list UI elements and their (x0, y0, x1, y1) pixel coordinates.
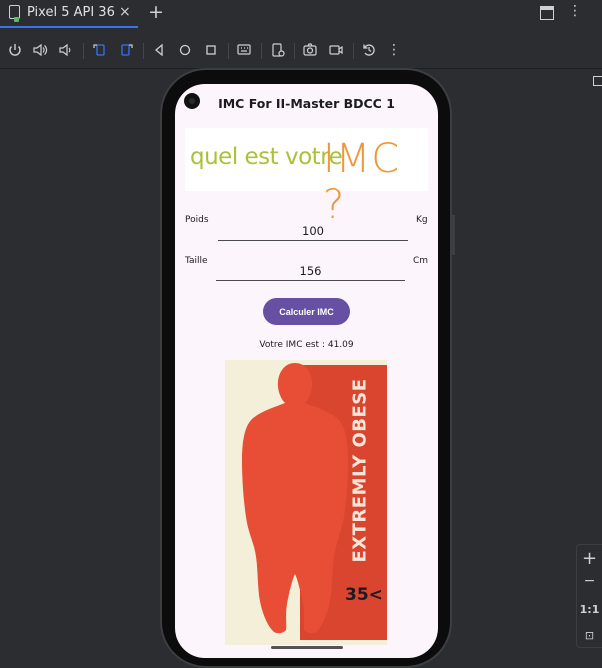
panel-restore-icon[interactable] (593, 76, 602, 86)
overview-icon[interactable] (201, 40, 221, 60)
bmi-range-text: 35< (345, 585, 383, 605)
poids-field[interactable] (218, 218, 408, 241)
calculer-imc-button[interactable]: Calculer IMC (263, 298, 350, 325)
gesture-nav-bar[interactable] (271, 646, 343, 649)
poids-unit: Kg (416, 215, 428, 225)
fold-icon[interactable] (268, 40, 288, 60)
add-tab-icon[interactable]: + (148, 1, 164, 23)
bmi-category-image: EXTREMLY OBESE 35< (225, 360, 387, 645)
camera-icon[interactable] (300, 40, 320, 60)
emulator-toolbar: ⋮ (0, 32, 602, 86)
zoom-in-icon[interactable]: + (577, 548, 602, 569)
tab-device[interactable]: Pixel 5 API 36 × (0, 0, 138, 28)
volume-down-icon[interactable] (55, 40, 75, 60)
zoom-fit-icon[interactable]: ⊡ (577, 629, 602, 642)
zoom-actual-size-button[interactable]: 1:1 (577, 603, 602, 616)
power-icon[interactable] (5, 40, 25, 60)
rotate-left-icon[interactable] (90, 40, 110, 60)
taille-input[interactable] (216, 264, 405, 278)
home-icon[interactable] (175, 40, 195, 60)
bmi-category-text: EXTREMLY OBESE (350, 377, 372, 563)
imc-result: Votre IMC est : 41.09 (259, 340, 354, 350)
poids-label: Poids (185, 215, 209, 225)
device-screen[interactable]: IMC For II-Master BDCC 1 quel est votre … (175, 84, 438, 658)
app-title: IMC For II-Master BDCC 1 (218, 96, 395, 111)
more-vertical-icon[interactable]: ⋮ (568, 3, 582, 19)
poids-input[interactable] (218, 224, 408, 238)
banner-text-1: quel est votre (190, 144, 343, 170)
volume-up-icon[interactable] (30, 40, 50, 60)
tab-label: Pixel 5 API 36 (27, 5, 115, 20)
zoom-panel: + − 1:1 ⊡ (576, 544, 602, 648)
rotate-right-icon[interactable] (116, 40, 136, 60)
maximize-icon[interactable] (540, 6, 554, 20)
taille-label: Taille (185, 256, 208, 266)
zoom-out-icon[interactable]: − (577, 573, 602, 589)
taille-unit: Cm (413, 256, 429, 266)
device-side-button (452, 215, 455, 255)
close-icon[interactable]: × (119, 4, 131, 20)
tab-bar: Pixel 5 API 36 × + ⋮ (0, 0, 602, 28)
banner-image: quel est votre IMC ? (185, 128, 428, 228)
more-icon[interactable]: ⋮ (384, 40, 404, 60)
taille-field[interactable] (216, 258, 405, 281)
record-icon[interactable] (326, 40, 346, 60)
keyboard-icon[interactable] (234, 40, 254, 60)
back-icon[interactable] (149, 40, 169, 60)
restore-icon[interactable] (359, 40, 379, 60)
device-icon (9, 5, 20, 22)
banner-text-2: IMC ? (323, 136, 401, 228)
